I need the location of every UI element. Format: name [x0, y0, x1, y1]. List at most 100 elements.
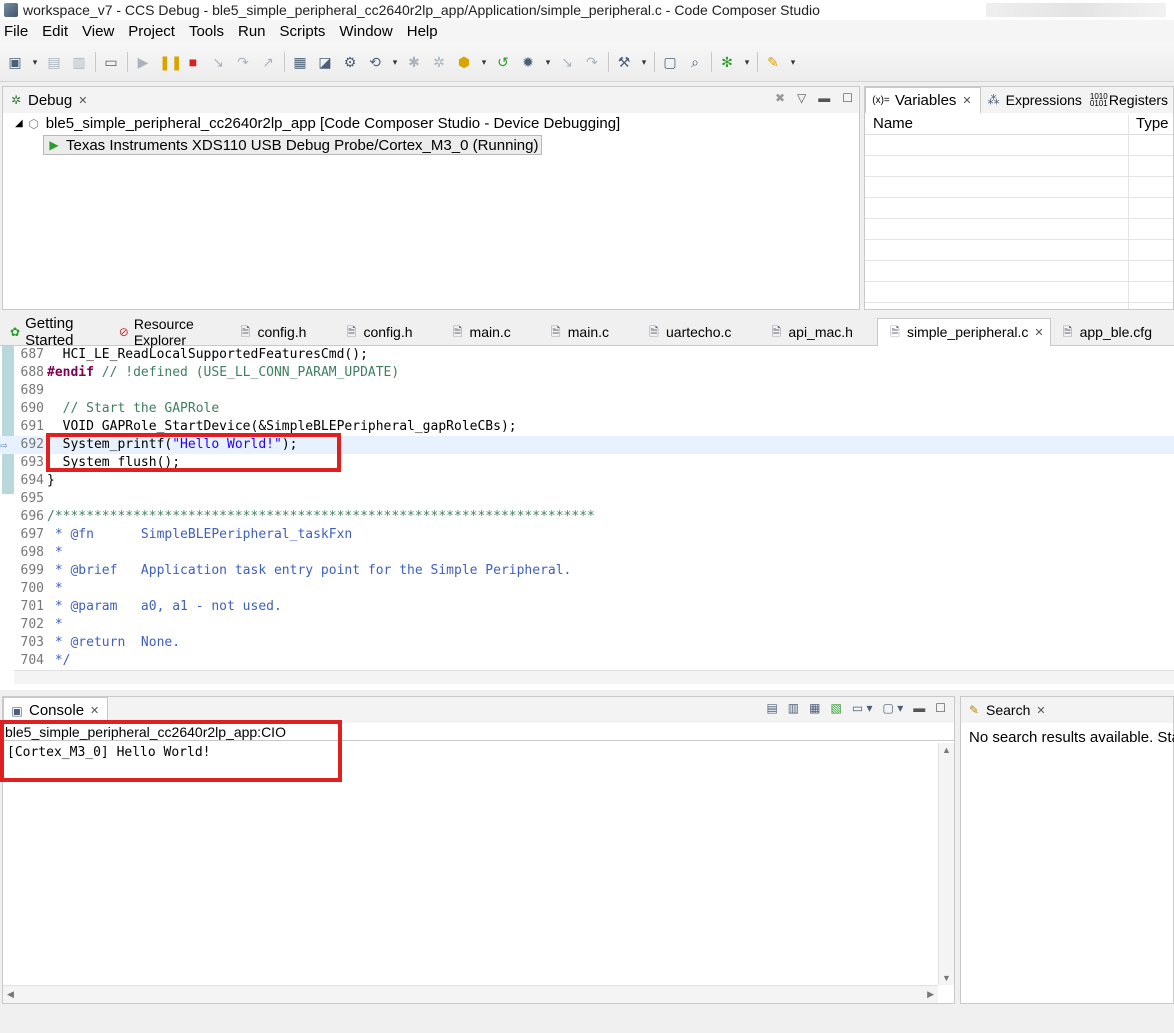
- code-line[interactable]: 702 *: [0, 616, 1174, 634]
- tab-resource-explorer[interactable]: ⊘ Resource Explorer: [109, 316, 229, 348]
- restart-icon[interactable]: ⟲: [366, 53, 384, 71]
- code-line[interactable]: 693 System_flush();: [0, 454, 1174, 472]
- menu-window[interactable]: Window: [339, 23, 392, 40]
- code-line[interactable]: 700 *: [0, 580, 1174, 598]
- close-icon[interactable]: ✕: [90, 704, 99, 717]
- code-line[interactable]: 698 *: [0, 544, 1174, 562]
- menu-file[interactable]: File: [4, 23, 28, 40]
- code-line[interactable]: 689: [0, 382, 1174, 400]
- debug-view-icon[interactable]: ▭: [102, 53, 120, 71]
- close-icon[interactable]: ✕: [962, 94, 971, 107]
- tab-uartecho-c[interactable]: 🗎 uartecho.c: [637, 318, 759, 346]
- menu-scripts[interactable]: Scripts: [280, 23, 326, 40]
- step-return-icon[interactable]: ↗: [259, 53, 277, 71]
- tab-main-c-1[interactable]: 🗎 main.c: [441, 318, 539, 346]
- remove-terminated-icon[interactable]: ✖: [775, 91, 785, 105]
- tab-simple-peripheral-c[interactable]: 🗎 simple_peripheral.c ✕: [876, 317, 1051, 346]
- tab-app-ble-cfg[interactable]: 🗎 app_ble.cfg: [1051, 318, 1174, 346]
- tab-debug[interactable]: ✲ Debug ✕: [3, 87, 95, 113]
- open-console-icon[interactable]: ▢: [661, 53, 679, 71]
- column-header-type[interactable]: Type: [1128, 115, 1169, 134]
- console-vertical-scrollbar[interactable]: ▲ ▼: [938, 743, 954, 985]
- expand-arrow-icon[interactable]: ◢: [15, 118, 23, 129]
- code-line[interactable]: 688 #endif // !defined (USE_LL_CONN_PARAM…: [0, 364, 1174, 382]
- scroll-lock-icon[interactable]: ▥: [788, 701, 799, 715]
- code-line[interactable]: 704 */: [0, 652, 1174, 670]
- resume-icon[interactable]: ▶: [134, 53, 152, 71]
- menu-project[interactable]: Project: [128, 23, 175, 40]
- save-icon[interactable]: ▤: [45, 53, 63, 71]
- code-line[interactable]: 703 * @return None.: [0, 634, 1174, 652]
- tab-config-h-2[interactable]: 🗎 config.h: [334, 318, 440, 346]
- suspend-icon[interactable]: ❚❚: [159, 53, 182, 71]
- menu-view[interactable]: View: [82, 23, 114, 40]
- build-icon[interactable]: ⚒: [615, 53, 633, 71]
- tab-variables[interactable]: (x)= Variables ✕: [865, 87, 981, 113]
- code-area[interactable]: 687 HCI_LE_ReadLocalSupportedFeaturesCmd…: [0, 346, 1174, 680]
- tab-registers[interactable]: 1010 0101 Registers: [1090, 87, 1174, 113]
- load-program-icon[interactable]: ⬢: [455, 53, 473, 71]
- debug-target-item[interactable]: ▶ Texas Instruments XDS110 USB Debug Pro…: [43, 135, 543, 155]
- menu-help[interactable]: Help: [407, 23, 438, 40]
- terminate-icon[interactable]: ■: [184, 53, 202, 71]
- clear-console-icon[interactable]: ▤: [766, 701, 777, 715]
- launch-dropdown-icon[interactable]: ▾: [789, 53, 797, 71]
- code-line[interactable]: 695: [0, 490, 1174, 508]
- console-output[interactable]: [Cortex_M3_0] Hello World!: [7, 745, 211, 760]
- scroll-right-icon[interactable]: ▶: [927, 989, 934, 1000]
- tab-config-h-1[interactable]: 🗎 config.h: [228, 318, 334, 346]
- maximize-icon[interactable]: ☐: [935, 701, 946, 715]
- step-into-icon[interactable]: ↘: [209, 53, 227, 71]
- code-line[interactable]: 701 * @param a0, a1 - not used.: [0, 598, 1174, 616]
- minimize-icon[interactable]: ▬: [818, 91, 830, 105]
- column-header-name[interactable]: Name: [865, 115, 1128, 134]
- new-dropdown-icon[interactable]: ▾: [31, 53, 39, 71]
- code-line[interactable]: 699 * @brief Application task entry poin…: [0, 562, 1174, 580]
- scroll-left-icon[interactable]: ◀: [7, 989, 14, 1000]
- disable-breakpoints-icon[interactable]: ✲: [430, 53, 448, 71]
- step-asm-into-icon[interactable]: ↘: [558, 53, 576, 71]
- code-line[interactable]: 697 * @fn SimpleBLEPeripheral_taskFxn: [0, 526, 1174, 544]
- build-dropdown-icon[interactable]: ▾: [640, 53, 648, 71]
- close-icon[interactable]: ✕: [1034, 326, 1043, 339]
- pin-console-icon[interactable]: ▧: [830, 701, 841, 715]
- run-icon[interactable]: ↺: [494, 53, 512, 71]
- code-line[interactable]: 690 // Start the GAPRole: [0, 400, 1174, 418]
- launch-icon[interactable]: ✎: [764, 53, 782, 71]
- scroll-up-icon[interactable]: ▲: [942, 745, 951, 755]
- menu-run[interactable]: Run: [238, 23, 266, 40]
- save-all-icon[interactable]: ▥: [70, 53, 88, 71]
- load-dropdown-icon[interactable]: ▾: [480, 53, 488, 71]
- gear-icon[interactable]: ✻: [718, 53, 736, 71]
- code-line[interactable]: 687 HCI_LE_ReadLocalSupportedFeaturesCmd…: [0, 346, 1174, 364]
- scroll-down-icon[interactable]: ▼: [942, 973, 951, 983]
- breakpoint-icon[interactable]: ✱: [405, 53, 423, 71]
- reset-icon[interactable]: ⚙: [341, 53, 359, 71]
- memory-browser-icon[interactable]: ▦: [291, 53, 309, 71]
- minimize-icon[interactable]: ▬: [913, 701, 925, 715]
- menu-edit[interactable]: Edit: [42, 23, 68, 40]
- code-line[interactable]: 692 System_printf("Hello World!"); ⇨: [0, 436, 1174, 454]
- restart-dropdown-icon[interactable]: ▾: [391, 53, 399, 71]
- code-line[interactable]: 694}: [0, 472, 1174, 490]
- maximize-icon[interactable]: ☐: [842, 91, 853, 105]
- editor-horizontal-scrollbar[interactable]: [14, 670, 1174, 684]
- tab-expressions[interactable]: ⁂ Expressions: [981, 87, 1090, 113]
- step-asm-over-icon[interactable]: ↷: [583, 53, 601, 71]
- debug-run-icon[interactable]: ✹: [519, 53, 537, 71]
- display-console-icon[interactable]: ▭ ▾: [852, 701, 873, 715]
- menu-tools[interactable]: Tools: [189, 23, 224, 40]
- code-line[interactable]: 696/************************************…: [0, 508, 1174, 526]
- word-wrap-icon[interactable]: ▦: [809, 701, 820, 715]
- step-over-icon[interactable]: ↷: [234, 53, 252, 71]
- tab-search[interactable]: ✎ Search ✕: [961, 697, 1054, 723]
- tab-console[interactable]: ▣ Console ✕: [3, 697, 109, 723]
- debug-dropdown-icon[interactable]: ▾: [544, 53, 552, 71]
- tab-getting-started[interactable]: ✿ Getting Started: [0, 315, 109, 349]
- new-icon[interactable]: ▣: [6, 53, 24, 71]
- console-horizontal-scrollbar[interactable]: ◀ ▶: [3, 985, 938, 1003]
- view-menu-icon[interactable]: ▽: [797, 91, 806, 105]
- instruction-stepping-icon[interactable]: ◪: [316, 53, 334, 71]
- open-console-icon[interactable]: ▢ ▾: [883, 701, 904, 715]
- tab-api-mac-h[interactable]: 🗎 api_mac.h: [759, 318, 877, 346]
